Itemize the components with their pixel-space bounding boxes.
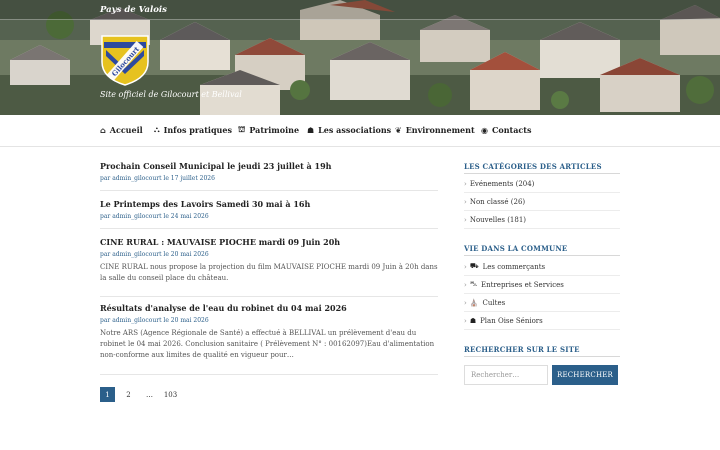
category-link[interactable]: › Nouvelles (181) — [464, 211, 620, 229]
users-icon: ☗ — [307, 125, 315, 135]
chevron-right-icon: › — [464, 262, 467, 271]
post-item: Prochain Conseil Municipal le jeudi 23 j… — [100, 161, 438, 191]
chevron-right-icon: › — [464, 179, 467, 188]
sitemap-icon: ⛬ — [154, 125, 160, 134]
widget-title-search: RECHERCHER SUR LE SITE — [464, 345, 580, 354]
cart-icon: ⛟ — [469, 262, 479, 270]
nav-label: Les associations — [318, 125, 392, 135]
crest-logo[interactable]: Gilocourt — [100, 34, 150, 86]
nav-item-environnement[interactable]: ❦ Environnement — [395, 125, 475, 135]
category-link[interactable]: › Evénements (204) — [464, 175, 620, 193]
page-ellipsis: … — [146, 390, 153, 399]
community-label: Cultes — [482, 298, 506, 307]
eye-icon: ◉ — [481, 125, 488, 135]
widget-divider — [464, 255, 620, 256]
home-icon: ⌂ — [100, 125, 106, 135]
post-item: Le Printemps des Lavoirs Samedi 30 mai à… — [100, 199, 438, 229]
post-title-link[interactable]: Le Printemps des Lavoirs Samedi 30 mai à… — [100, 199, 438, 210]
chevron-right-icon: › — [464, 280, 467, 289]
widget-title-community: VIE DANS LA COMMUNE — [464, 244, 568, 253]
page-link[interactable]: 2 — [121, 387, 136, 402]
community-link[interactable]: › ⛟ Les commerçants — [464, 258, 620, 276]
landmark-icon: ⛫ — [238, 125, 246, 134]
community-link[interactable]: › ⛪ Cultes — [464, 294, 620, 312]
post-meta[interactable]: par admin_gilocourt le 24 mai 2026 — [100, 213, 438, 221]
truck-icon: ⛍ — [469, 280, 478, 288]
page-link[interactable]: 103 — [163, 387, 178, 402]
region-label: Pays de Valois — [100, 5, 167, 15]
community-link[interactable]: › ☗ Plan Oise Séniors — [464, 312, 620, 330]
nav-item-patrimoine[interactable]: ⛫ Patrimoine — [238, 125, 299, 135]
post-title-link[interactable]: Prochain Conseil Municipal le jeudi 23 j… — [100, 161, 438, 172]
nav-label: Infos pratiques — [163, 125, 232, 135]
nav-label: Environnement — [405, 125, 475, 135]
post-meta[interactable]: par admin_gilocourt le 20 mai 2026 — [100, 317, 438, 325]
site-tagline: Site officiel de Gilocourt et Bellival — [100, 90, 242, 99]
chevron-right-icon: › — [464, 298, 467, 307]
nav-item-associations[interactable]: ☗ Les associations — [307, 125, 391, 135]
nav-label: Contacts — [491, 125, 532, 135]
nav-item-infos-pratiques[interactable]: ⛬ Infos pratiques — [154, 125, 232, 135]
leaf-icon: ❦ — [395, 125, 402, 135]
page-current[interactable]: 1 — [100, 387, 115, 402]
post-meta[interactable]: par admin_gilocourt le 17 juillet 2026 — [100, 175, 438, 183]
widget-divider — [464, 356, 620, 357]
widget-title-categories: LES CATÉGORIES DES ARTICLES — [464, 162, 602, 171]
community-label: Les commerçants — [482, 262, 546, 271]
post-item: CINE RURAL : MAUVAISE PIOCHE mardi 09 Ju… — [100, 237, 438, 297]
post-excerpt: Notre ARS (Agence Régionale de Santé) a … — [100, 329, 435, 359]
pagination: 1 2 … 103 — [100, 387, 184, 402]
search-input[interactable]: Rechercher… — [464, 365, 548, 385]
main-nav: ⌂ Accueil ⛬ Infos pratiques ⛫ Patrimoine… — [0, 115, 720, 147]
nav-label: Patrimoine — [249, 125, 300, 135]
nav-label: Accueil — [109, 125, 143, 135]
post-meta[interactable]: par admin_gilocourt le 20 mai 2026 — [100, 251, 438, 259]
community-label: Plan Oise Séniors — [480, 316, 543, 325]
category-label: Non classé (26) — [469, 197, 526, 206]
widget-divider — [464, 173, 620, 174]
nav-item-contacts[interactable]: ◉ Contacts — [481, 125, 531, 135]
category-label: Evénements (204) — [469, 179, 535, 188]
category-label: Nouvelles (181) — [469, 215, 527, 224]
chevron-right-icon: › — [464, 316, 467, 325]
post-item: Résultats d'analyse de l'eau du robinet … — [100, 303, 438, 375]
category-link[interactable]: › Non classé (26) — [464, 193, 620, 211]
church-icon: ⛪ — [469, 298, 479, 307]
nav-item-accueil[interactable]: ⌂ Accueil — [100, 125, 143, 135]
post-title-link[interactable]: Résultats d'analyse de l'eau du robinet … — [100, 303, 438, 314]
chevron-right-icon: › — [464, 197, 467, 206]
community-link[interactable]: › ⛍ Entreprises et Services — [464, 276, 620, 294]
users-icon: ☗ — [469, 316, 477, 325]
community-label: Entreprises et Services — [481, 280, 564, 289]
post-excerpt: CINE RURAL nous propose la projection du… — [100, 263, 438, 282]
chevron-right-icon: › — [464, 215, 467, 224]
post-title-link[interactable]: CINE RURAL : MAUVAISE PIOCHE mardi 09 Ju… — [100, 237, 438, 248]
search-button[interactable]: RECHERCHER — [552, 365, 618, 385]
header-banner: Pays de Valois Gilocourt Site officiel d… — [0, 0, 720, 115]
